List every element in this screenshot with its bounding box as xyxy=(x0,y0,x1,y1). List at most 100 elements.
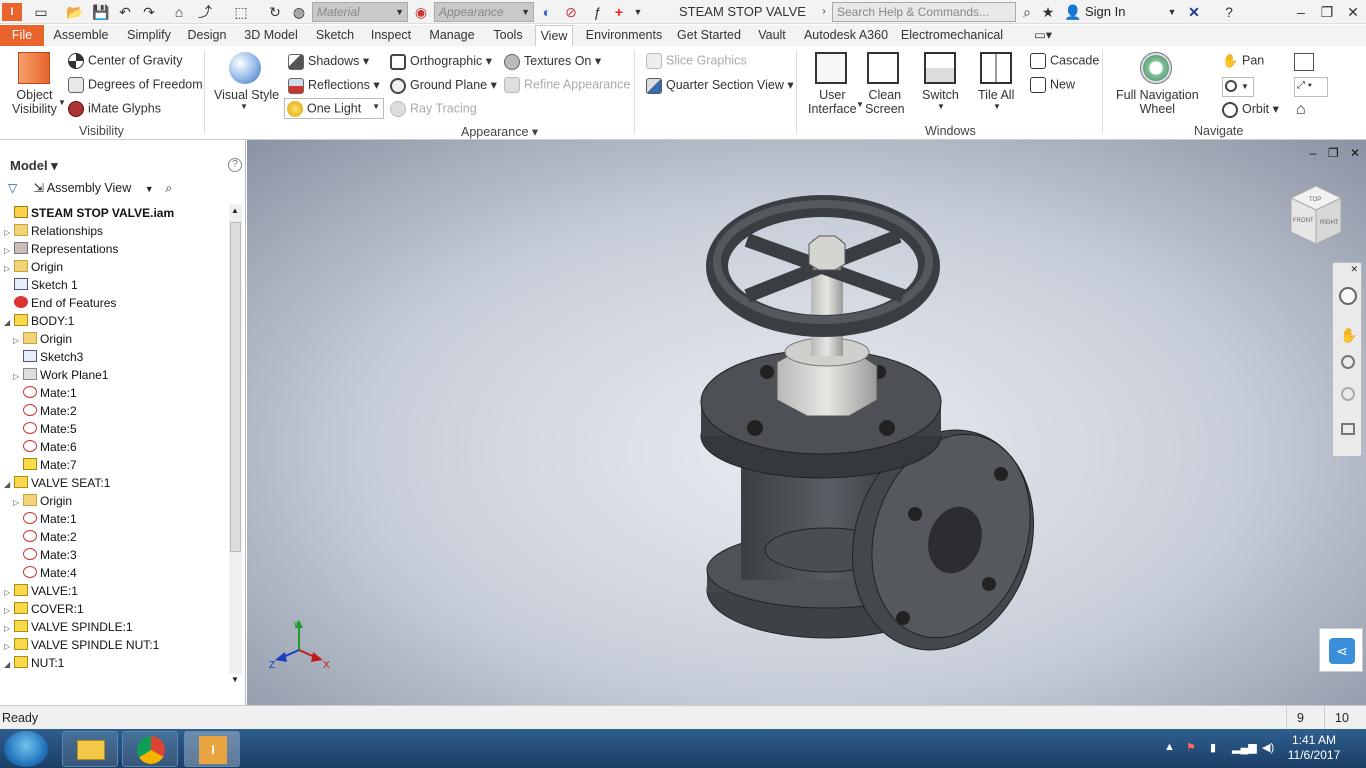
object-visibility-chevron-icon[interactable]: ▼ xyxy=(58,98,66,107)
tree-item[interactable]: ◢ NUT:1 xyxy=(4,654,64,672)
user-interface-icon[interactable] xyxy=(815,52,847,84)
scrollbar-thumb[interactable] xyxy=(230,222,241,552)
tree-item[interactable]: Mate:7 xyxy=(13,456,77,474)
tree-item[interactable]: Mate:1 xyxy=(13,384,77,402)
visual-style-button[interactable]: Visual Style xyxy=(214,88,279,102)
look-at-button[interactable] xyxy=(1294,53,1314,71)
tree-item[interactable]: Mate:4 xyxy=(13,564,77,582)
update-icon[interactable]: ↻ xyxy=(266,3,284,21)
binoculars-search-icon[interactable]: ⌕ xyxy=(1018,3,1036,21)
browser-help-icon[interactable]: ? xyxy=(228,158,242,172)
adjust-appearance-icon[interactable]: ◐ xyxy=(538,3,556,21)
restore-button[interactable]: ❐ xyxy=(1314,2,1340,22)
shadows-button[interactable]: Shadows ▾ xyxy=(288,53,369,70)
orbit-button[interactable]: Orbit ▾ xyxy=(1222,101,1279,118)
clean-screen-button[interactable]: Clean Screen xyxy=(865,88,905,116)
tree-item[interactable]: Mate:6 xyxy=(13,438,77,456)
open-icon[interactable]: 📂 xyxy=(66,3,84,21)
tree-item[interactable]: ▷ VALVE SPINDLE NUT:1 xyxy=(4,636,159,654)
imate-glyphs-button[interactable]: iMate Glyphs xyxy=(68,101,161,117)
zoom-dropdown[interactable]: ▼ xyxy=(1222,77,1254,97)
object-visibility-icon[interactable] xyxy=(18,52,50,84)
steam-stop-valve-model[interactable] xyxy=(247,140,1366,705)
color-wheel-icon[interactable]: ◉ xyxy=(412,3,430,21)
taskbar-clock[interactable]: 1:41 AM 11/6/2017 xyxy=(1286,733,1342,763)
tab-view[interactable]: View xyxy=(535,25,573,46)
chevron-down-icon[interactable]: ▼ xyxy=(1166,3,1178,21)
appearance-dropdown[interactable]: Appearance ▼ xyxy=(434,2,534,22)
tab-3d-model[interactable]: 3D Model xyxy=(240,25,302,46)
textures-on-button[interactable]: Textures On ▾ xyxy=(504,53,601,70)
tab-electromechanical[interactable]: Electromechanical xyxy=(898,25,1006,46)
scroll-down-icon[interactable]: ▼ xyxy=(231,675,239,684)
navbar-orbit-icon[interactable] xyxy=(1341,387,1355,401)
taskbar-chrome[interactable] xyxy=(122,731,178,767)
qat-customize-icon[interactable]: ▼ xyxy=(632,3,644,21)
navbar-zoom-icon[interactable] xyxy=(1341,355,1355,369)
tab-file[interactable]: File xyxy=(0,25,44,46)
reflections-button[interactable]: Reflections ▾ xyxy=(288,77,380,94)
pan-button[interactable]: ✋ Pan xyxy=(1222,53,1264,69)
navbar-look-at-icon[interactable] xyxy=(1341,423,1355,435)
parameters-fx-icon[interactable]: ƒ xyxy=(588,3,606,21)
tab-design[interactable]: Design xyxy=(184,25,230,46)
taskbar-file-explorer[interactable] xyxy=(62,731,118,767)
favorites-star-icon[interactable]: ★ xyxy=(1040,3,1056,21)
search-help-input[interactable]: Search Help & Commands... xyxy=(832,2,1016,22)
redo-icon[interactable]: ↷ xyxy=(140,3,158,21)
lighting-style-dropdown[interactable]: One Light ▼ xyxy=(284,98,384,119)
tree-item[interactable]: ▷ Origin xyxy=(13,330,72,348)
tree-item[interactable]: ▷ Work Plane1 xyxy=(13,366,108,384)
slice-graphics-button[interactable]: Slice Graphics xyxy=(646,53,747,69)
tile-all-button[interactable]: Tile All xyxy=(978,88,1014,102)
spindle-nut[interactable] xyxy=(808,235,846,271)
user-interface-button[interactable]: User Interface xyxy=(808,88,857,116)
tree-item[interactable]: End of Features xyxy=(4,294,116,312)
clear-appearance-icon[interactable]: ⊘ xyxy=(562,3,580,21)
tree-item[interactable]: ▷ Relationships xyxy=(4,222,103,240)
return-icon[interactable]: ⤴ xyxy=(196,3,214,21)
tree-toggle-icon[interactable]: ◢ xyxy=(4,656,14,674)
share-view-button[interactable]: ⋖ xyxy=(1319,628,1363,672)
taskbar-inventor[interactable]: I xyxy=(184,731,240,767)
switch-chevron-icon[interactable]: ▼ xyxy=(937,102,945,111)
tree-item[interactable]: ▷ COVER:1 xyxy=(4,600,84,618)
tree-item[interactable]: ▷ Origin xyxy=(13,492,72,510)
ribbon-display-toggle[interactable]: ▭▾ xyxy=(1030,25,1056,46)
tab-get-started[interactable]: Get Started xyxy=(674,25,744,46)
full-navigation-wheel-button[interactable]: Full Navigation Wheel xyxy=(1116,88,1199,116)
switch-button[interactable]: Switch xyxy=(922,88,959,102)
refine-appearance-button[interactable]: Refine Appearance xyxy=(504,77,630,93)
navbar-close-icon[interactable]: ✕ xyxy=(1350,264,1358,275)
tree-item[interactable]: ▷ VALVE SPINDLE:1 xyxy=(4,618,133,636)
tile-all-chevron-icon[interactable]: ▼ xyxy=(993,102,1001,111)
find-binoculars-icon[interactable]: ⌕ xyxy=(165,181,172,195)
viewcube[interactable]: TOP FRONT RIGHT xyxy=(1289,184,1343,246)
orthographic-button[interactable]: Orthographic ▾ xyxy=(390,53,492,70)
select-icon[interactable]: ⬚ xyxy=(232,3,250,21)
tree-item[interactable]: Sketch3 xyxy=(13,348,83,366)
close-button[interactable]: ✕ xyxy=(1340,2,1366,22)
tab-autodesk-a360[interactable]: Autodesk A360 xyxy=(800,25,892,46)
center-of-gravity-button[interactable]: Center of Gravity xyxy=(68,53,182,69)
windows-start-button[interactable] xyxy=(4,731,48,767)
minimize-button[interactable]: – xyxy=(1288,2,1314,22)
app-logo-icon[interactable]: I xyxy=(2,3,22,21)
ray-tracing-button[interactable]: Ray Tracing xyxy=(390,101,477,117)
tab-simplify[interactable]: Simplify xyxy=(120,25,178,46)
tree-item[interactable]: Mate:5 xyxy=(13,420,77,438)
tray-network-icon[interactable]: ▂▄▆ xyxy=(1232,741,1257,754)
tree-item[interactable]: STEAM STOP VALVE.iam xyxy=(4,204,174,222)
tree-item[interactable]: ▷ Origin xyxy=(4,258,63,276)
object-visibility-button[interactable]: Object Visibility xyxy=(12,88,57,116)
tree-item[interactable]: ◢ BODY:1 xyxy=(4,312,74,330)
user-interface-chevron-icon[interactable]: ▼ xyxy=(856,100,864,109)
tab-assemble[interactable]: Assemble xyxy=(50,25,112,46)
material-dropdown[interactable]: Material ▼ xyxy=(312,2,408,22)
new-file-icon[interactable]: ▭ xyxy=(32,3,50,21)
navbar-wheel-icon[interactable] xyxy=(1339,287,1357,305)
add-red-plus-icon[interactable]: + xyxy=(610,3,628,21)
tree-item[interactable]: Mate:3 xyxy=(13,546,77,564)
model-browser-header[interactable]: Model ▾ xyxy=(10,158,58,174)
tab-sketch[interactable]: Sketch xyxy=(312,25,358,46)
